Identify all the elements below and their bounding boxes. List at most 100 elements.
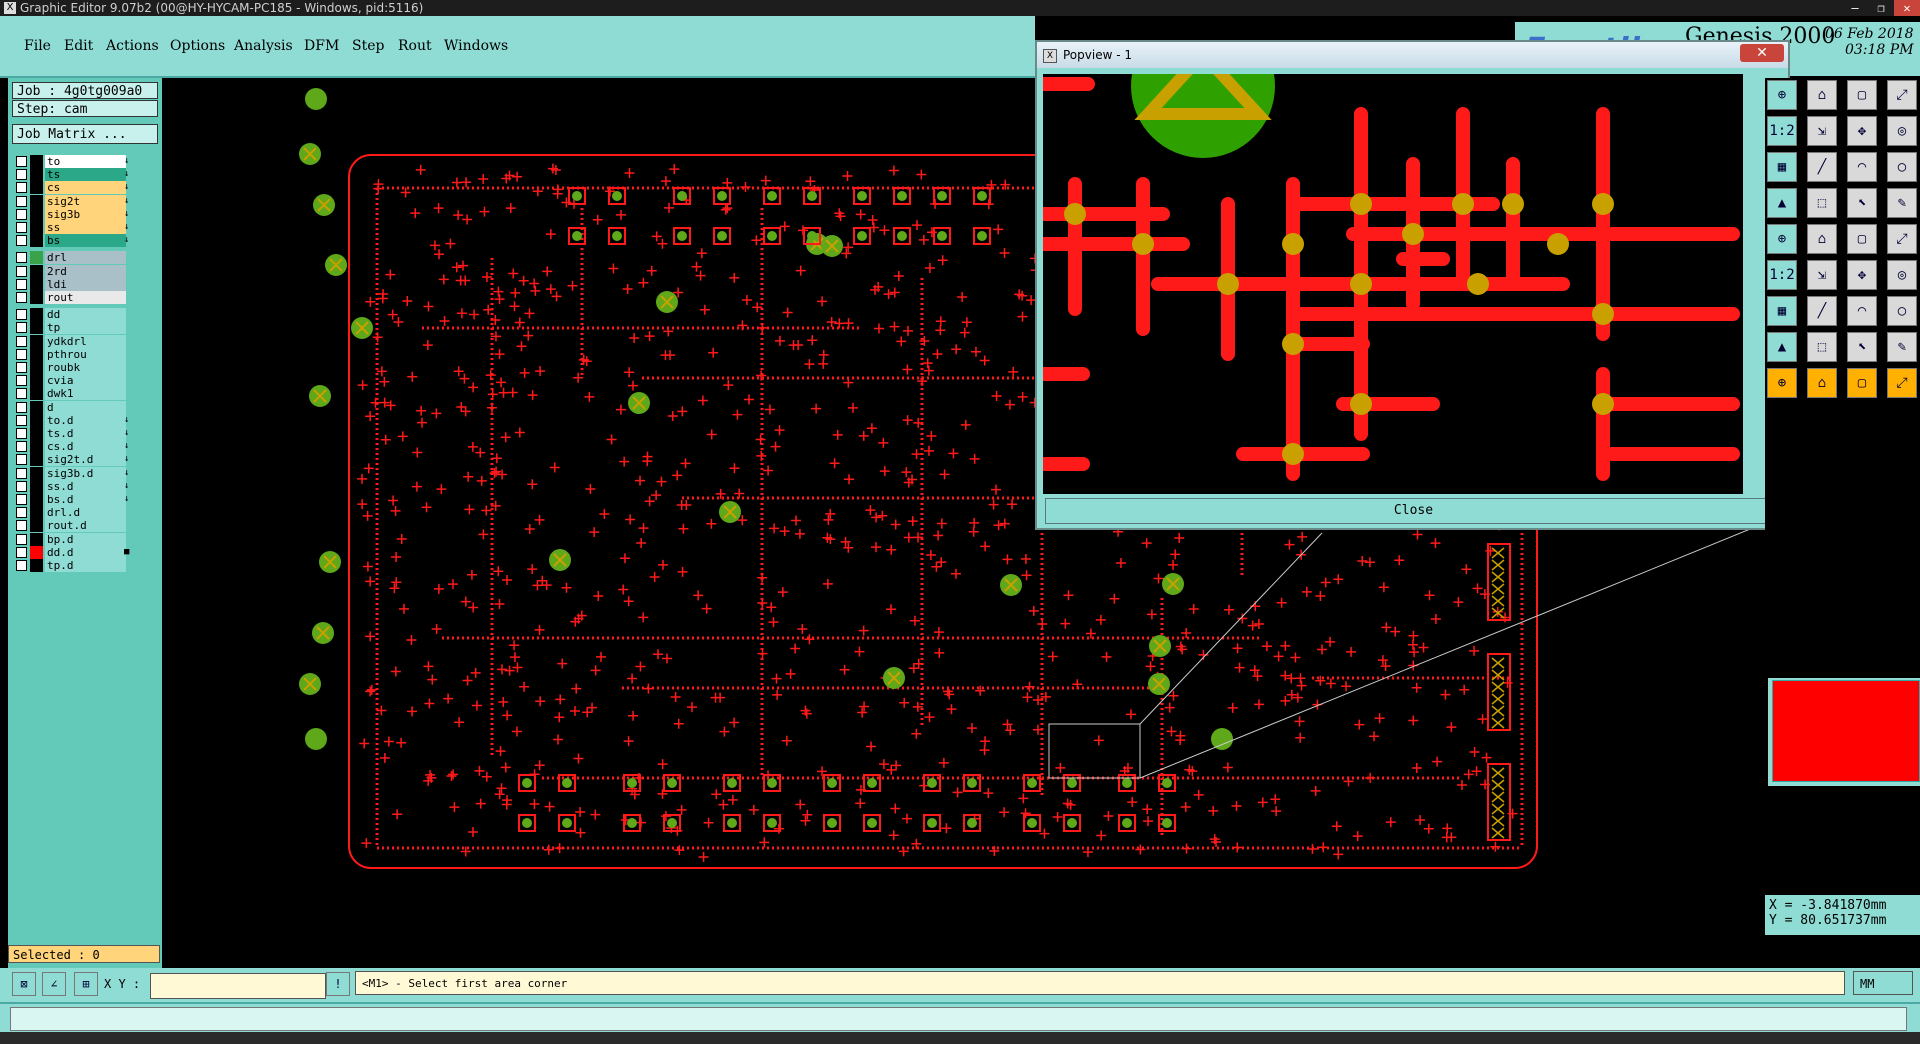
layer-color-swatch[interactable]	[30, 221, 43, 234]
layer-name[interactable]: ts	[45, 168, 126, 182]
layer-name[interactable]: ldi	[45, 277, 126, 291]
line-icon[interactable]: ╱	[1807, 152, 1837, 182]
xy-input[interactable]	[150, 973, 326, 999]
layer-name[interactable]: sig2t.d	[45, 453, 126, 467]
snap-icon[interactable]: ◎	[1887, 116, 1917, 146]
menu-file[interactable]: File	[24, 38, 51, 54]
layer-color-swatch[interactable]	[30, 506, 43, 520]
popview-close-button[interactable]: Close	[1045, 498, 1782, 524]
layer-color-swatch[interactable]	[30, 545, 43, 559]
layer-checkbox[interactable]	[16, 560, 27, 571]
layer-color-swatch[interactable]	[30, 207, 43, 221]
edit-icon[interactable]: ✎	[1887, 332, 1917, 362]
layer-checkbox[interactable]	[16, 546, 27, 558]
layer-color-swatch[interactable]	[30, 347, 43, 361]
layer-name[interactable]: bs.d	[45, 493, 126, 506]
layer-name[interactable]: ss	[45, 221, 126, 234]
layer-checkbox[interactable]	[16, 362, 27, 373]
measure-icon[interactable]: ⇲	[1807, 116, 1837, 146]
layer-name[interactable]: to.d	[45, 413, 126, 427]
layer-checkbox[interactable]	[16, 222, 27, 233]
layer-color-swatch[interactable]	[30, 181, 43, 195]
layer-checkbox[interactable]	[16, 169, 27, 181]
layer-checkbox[interactable]	[16, 414, 27, 426]
fit-icon[interactable]: ⤢	[1887, 224, 1917, 254]
scale-1-2-icon[interactable]: 1:2	[1767, 116, 1797, 146]
layer-color-swatch[interactable]	[30, 251, 43, 265]
layer-color-swatch[interactable]	[30, 440, 43, 454]
layer-color-swatch[interactable]	[30, 374, 43, 388]
home-icon[interactable]: ⌂	[1807, 80, 1837, 110]
layer-name[interactable]: to	[45, 155, 126, 168]
layer-checkbox[interactable]	[16, 278, 27, 290]
popview-canvas[interactable]	[1043, 74, 1743, 494]
layer-color-swatch[interactable]	[30, 234, 43, 248]
layer-checkbox[interactable]	[16, 322, 27, 334]
select-icon[interactable]: ⬚	[1807, 332, 1837, 362]
menu-edit[interactable]: Edit	[64, 38, 93, 54]
layer-color-swatch[interactable]	[30, 361, 43, 374]
maximize-icon[interactable]: ❐	[1868, 0, 1894, 16]
layer-checkbox[interactable]	[16, 494, 27, 505]
grid-icon[interactable]: ▦	[1767, 152, 1797, 182]
layer-checkbox[interactable]	[16, 401, 27, 413]
layer-color-swatch[interactable]	[30, 400, 43, 414]
frame-icon[interactable]: ▢	[1847, 224, 1877, 254]
pointer-icon[interactable]: ⬉	[1847, 188, 1877, 218]
menu-step[interactable]: Step	[352, 38, 384, 54]
home-icon[interactable]: ⌂	[1807, 368, 1837, 398]
grid-icon[interactable]: ▦	[1767, 296, 1797, 326]
layer-row-bs[interactable]: bs ↓	[14, 233, 142, 248]
layer-name[interactable]: cs	[45, 181, 126, 195]
layer-color-swatch[interactable]	[30, 194, 43, 208]
layer-name[interactable]: dd	[45, 308, 126, 322]
popview-close-icon[interactable]: ✕	[1740, 44, 1784, 62]
layer-color-swatch[interactable]	[30, 168, 43, 182]
poly-icon[interactable]: ▲	[1767, 188, 1797, 218]
menu-options[interactable]: Options	[170, 38, 225, 54]
layer-checkbox[interactable]	[16, 467, 27, 479]
layer-checkbox[interactable]	[16, 533, 27, 545]
alert-icon[interactable]: !	[326, 972, 350, 996]
scale-1-2-icon[interactable]: 1:2	[1767, 260, 1797, 290]
layer-checkbox[interactable]	[16, 208, 27, 220]
layer-name[interactable]: d	[45, 400, 126, 414]
units-selector[interactable]: MM	[1853, 971, 1913, 995]
home-icon[interactable]: ⌂	[1807, 224, 1837, 254]
angle-mode-icon[interactable]: ∠	[42, 972, 66, 996]
arc-icon[interactable]: ◠	[1847, 152, 1877, 182]
snap-mode-icon[interactable]: ⊠	[12, 972, 36, 996]
zoom-icon[interactable]: ⊕	[1767, 80, 1797, 110]
layer-color-swatch[interactable]	[30, 264, 43, 278]
layer-color-swatch[interactable]	[30, 277, 43, 291]
layer-color-swatch[interactable]	[30, 559, 43, 572]
layer-checkbox[interactable]	[16, 309, 27, 321]
layer-name[interactable]: ts.d	[45, 427, 126, 440]
layer-color-swatch[interactable]	[30, 155, 43, 168]
pan-icon[interactable]: ✥	[1847, 260, 1877, 290]
layer-checkbox[interactable]	[16, 520, 27, 532]
select-icon[interactable]: ⬚	[1807, 188, 1837, 218]
layer-name[interactable]: tp	[45, 321, 126, 335]
zoom-icon[interactable]: ⊕	[1767, 368, 1797, 398]
layer-checkbox[interactable]	[16, 156, 27, 167]
fit-icon[interactable]: ⤢	[1887, 368, 1917, 398]
layer-name[interactable]: rout	[45, 291, 126, 304]
layer-name[interactable]: cvia	[45, 374, 126, 388]
layer-name[interactable]: sig3b.d	[45, 466, 126, 480]
layer-color-swatch[interactable]	[30, 334, 43, 348]
snap-icon[interactable]: ◎	[1887, 260, 1917, 290]
circle-icon[interactable]: ○	[1887, 152, 1917, 182]
measure-icon[interactable]: ⇲	[1807, 260, 1837, 290]
layer-row-rout[interactable]: rout	[14, 290, 142, 305]
menu-actions[interactable]: Actions	[106, 38, 159, 54]
layer-color-swatch[interactable]	[30, 321, 43, 335]
layer-name[interactable]: pthrou	[45, 347, 126, 361]
layer-checkbox[interactable]	[16, 441, 27, 453]
layer-checkbox[interactable]	[16, 375, 27, 387]
pan-icon[interactable]: ✥	[1847, 116, 1877, 146]
minimize-icon[interactable]: —	[1842, 0, 1868, 16]
menu-windows[interactable]: Windows	[444, 38, 508, 54]
layer-checkbox[interactable]	[16, 388, 27, 400]
layer-name[interactable]: rout.d	[45, 519, 126, 533]
